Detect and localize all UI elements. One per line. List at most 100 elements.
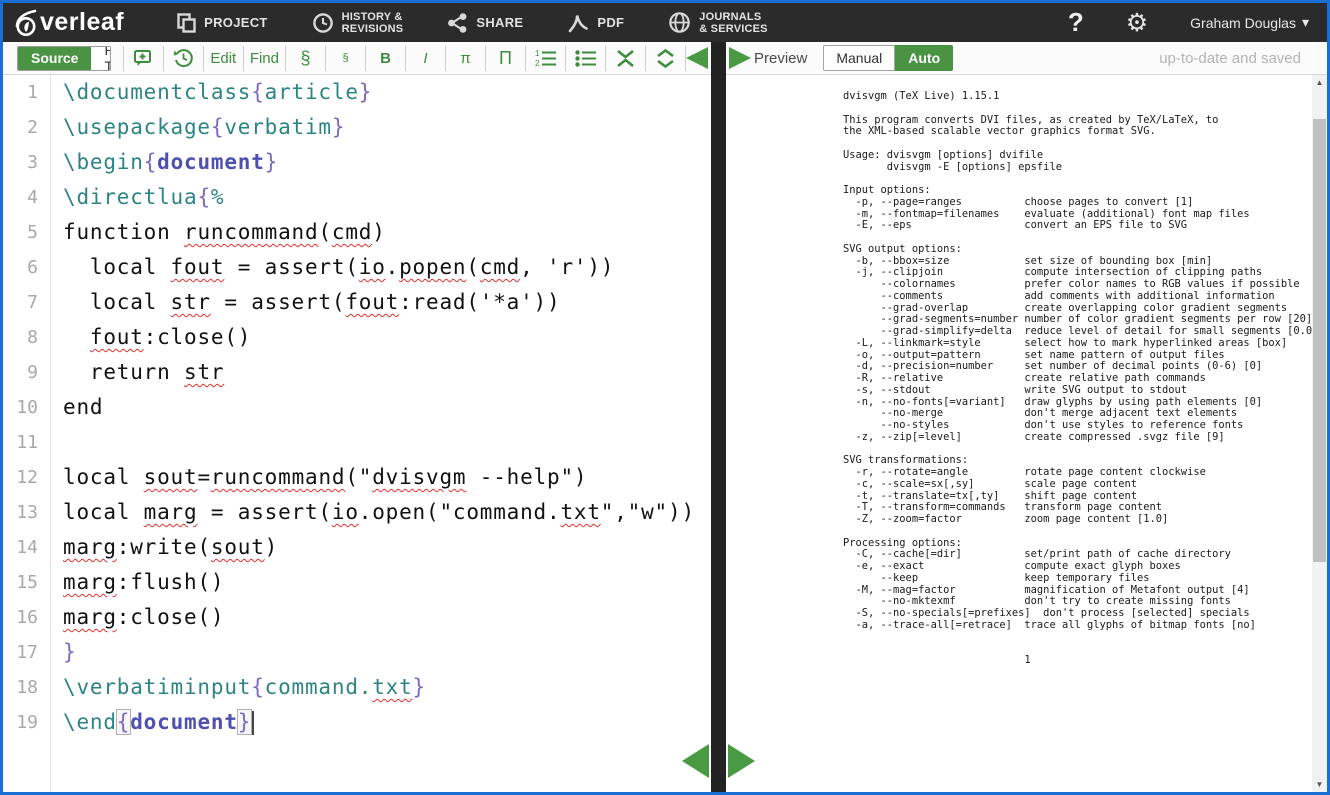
subsection-button[interactable]: § — [326, 46, 365, 71]
line-number: 9 — [3, 355, 51, 390]
source-tab[interactable]: Source — [18, 47, 91, 70]
bullet-list-button[interactable] — [566, 46, 605, 71]
editor-line[interactable]: 12local sout=runcommand("dvisvgm --help"… — [3, 460, 711, 495]
numbered-list-button[interactable]: 1 2 — [526, 46, 565, 71]
overleaf-window: verleaf PROJECT HISTORY &REVISIONS — [0, 0, 1330, 795]
preview-label: Preview — [754, 50, 807, 67]
nav-history-label: HISTORY &REVISIONS — [342, 11, 404, 35]
help-icon[interactable]: ? — [1068, 7, 1084, 38]
history-clock-icon — [312, 12, 334, 34]
overleaf-logo[interactable]: verleaf — [13, 8, 124, 37]
line-number: 14 — [3, 530, 51, 565]
editor-line[interactable]: 9 return str — [3, 355, 711, 390]
editor-line[interactable]: 11 — [3, 425, 711, 460]
bullet-list-icon — [575, 49, 597, 68]
line-code: \directlua{% — [51, 180, 224, 215]
line-number: 4 — [3, 180, 51, 215]
collapse-icon — [616, 49, 635, 68]
find-button[interactable]: Find — [244, 46, 285, 71]
editor-line[interactable]: 14marg:write(sout) — [3, 530, 711, 565]
nav-share[interactable]: SHARE — [447, 13, 523, 33]
pane-splitter[interactable] — [711, 42, 726, 792]
editor-line[interactable]: 2\usepackage{verbatim} — [3, 110, 711, 145]
gear-icon[interactable]: ⚙ — [1126, 8, 1148, 38]
editor-line[interactable]: 3\begin{document} — [3, 145, 711, 180]
save-status: up-to-date and saved — [1159, 50, 1301, 67]
editor-line[interactable]: 10end — [3, 390, 711, 425]
editor-line[interactable]: 1\documentclass{article} — [3, 75, 711, 110]
rich-text-tab[interactable]: Rich Text — [91, 47, 110, 70]
line-code: local marg = assert(io.open("command.txt… — [51, 495, 695, 530]
editor-line[interactable]: 17} — [3, 635, 711, 670]
line-number: 15 — [3, 565, 51, 600]
line-code: return str — [51, 355, 224, 390]
expand-button[interactable] — [646, 46, 685, 71]
pdf-preview[interactable]: dvisvgm (TeX Live) 1.15.1 This program c… — [726, 75, 1327, 792]
manual-compile-button[interactable]: Manual — [823, 45, 895, 71]
hide-editor-arrow[interactable] — [686, 47, 708, 69]
history-arrow-icon — [173, 48, 194, 68]
italic-button[interactable]: I — [406, 46, 445, 71]
show-preview-arrow-bottom[interactable] — [728, 744, 755, 778]
svg-text:1: 1 — [535, 49, 540, 58]
editor-line[interactable]: 19\end{document} — [3, 705, 711, 740]
editor-line[interactable]: 6 local fout = assert(io.popen(cmd, 'r')… — [3, 250, 711, 285]
collapse-button[interactable] — [606, 46, 645, 71]
preview-toolbar: Preview Manual Auto up-to-date and saved — [726, 42, 1327, 75]
line-number: 18 — [3, 670, 51, 705]
scroll-up-icon[interactable]: ▲ — [1312, 78, 1327, 87]
editor-line[interactable]: 4\directlua{% — [3, 180, 711, 215]
line-code — [51, 425, 63, 460]
track-changes-button[interactable] — [164, 46, 203, 71]
user-menu[interactable]: Graham Douglas ▾ — [1190, 14, 1309, 31]
hide-editor-arrow-bottom[interactable] — [682, 744, 709, 778]
line-number: 5 — [3, 215, 51, 250]
line-number: 7 — [3, 285, 51, 320]
nav-journals-services[interactable]: JOURNALS& SERVICES — [668, 11, 767, 35]
scrollbar-thumb[interactable] — [1313, 119, 1326, 562]
editor-line[interactable]: 16marg:close() — [3, 600, 711, 635]
display-math-button[interactable]: Π — [486, 46, 525, 71]
nav-share-label: SHARE — [476, 15, 523, 30]
show-preview-arrow[interactable] — [729, 47, 751, 69]
nav-history-revisions[interactable]: HISTORY &REVISIONS — [312, 11, 404, 35]
edit-menu-button[interactable]: Edit — [204, 46, 243, 71]
nav-project[interactable]: PROJECT — [176, 13, 268, 33]
line-code: function runcommand(cmd) — [51, 215, 386, 250]
editor-line[interactable]: 18\verbatiminput{command.txt} — [3, 670, 711, 705]
user-name: Graham Douglas — [1190, 15, 1296, 31]
line-code: } — [51, 635, 76, 670]
editor-line[interactable]: 13local marg = assert(io.open("command.t… — [3, 495, 711, 530]
auto-compile-button[interactable]: Auto — [895, 45, 953, 71]
editor-toolbar: Source Rich Text — [3, 42, 711, 75]
line-number: 11 — [3, 425, 51, 460]
add-comment-icon — [133, 49, 153, 68]
preview-scrollbar[interactable]: ▲ ▼ — [1312, 75, 1327, 792]
line-number: 6 — [3, 250, 51, 285]
editor-line[interactable]: 8 fout:close() — [3, 320, 711, 355]
bold-button[interactable]: B — [366, 46, 405, 71]
editor-toolbar-icons: Edit Find § § B I π Π — [123, 46, 686, 71]
add-comment-button[interactable] — [124, 46, 163, 71]
preview-pane: Preview Manual Auto up-to-date and saved… — [726, 42, 1327, 792]
scroll-down-icon[interactable]: ▼ — [1312, 780, 1327, 789]
line-code: \end{document} — [51, 705, 254, 740]
line-code: marg:flush() — [51, 565, 224, 600]
editor-pane: Source Rich Text — [3, 42, 711, 792]
section-button[interactable]: § — [286, 46, 325, 71]
top-nav: verleaf PROJECT HISTORY &REVISIONS — [3, 3, 1327, 42]
share-icon — [447, 13, 468, 33]
nav-pdf[interactable]: PDF — [567, 12, 624, 34]
code-lines: 1\documentclass{article}2\usepackage{ver… — [3, 75, 711, 740]
editor-line[interactable]: 7 local str = assert(fout:read('*a')) — [3, 285, 711, 320]
nav-project-label: PROJECT — [204, 15, 268, 30]
inline-math-button[interactable]: π — [446, 46, 485, 71]
mode-toggle: Source Rich Text — [17, 46, 111, 71]
compile-mode-toggle: Manual Auto — [823, 45, 953, 71]
source-editor[interactable]: 1\documentclass{article}2\usepackage{ver… — [3, 75, 711, 792]
line-number: 19 — [3, 705, 51, 740]
editor-line[interactable]: 5function runcommand(cmd) — [3, 215, 711, 250]
line-code: marg:write(sout) — [51, 530, 278, 565]
line-number: 10 — [3, 390, 51, 425]
editor-line[interactable]: 15marg:flush() — [3, 565, 711, 600]
